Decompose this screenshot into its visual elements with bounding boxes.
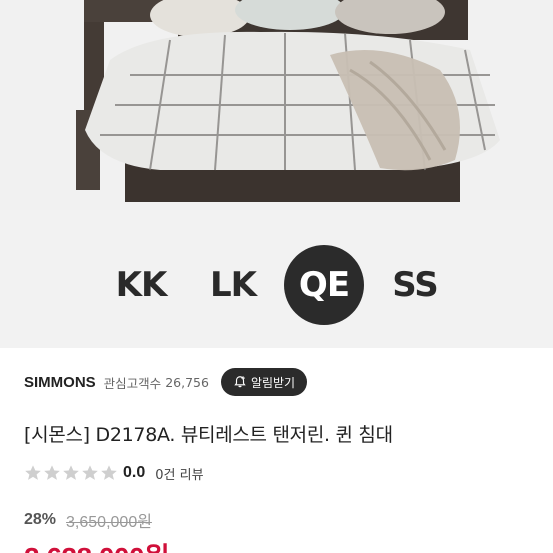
size-option-kk[interactable]: KK (101, 245, 181, 325)
product-image[interactable]: KK LK QE SS (0, 0, 553, 348)
size-options: KK LK QE SS (0, 245, 553, 325)
star-icon (82, 465, 98, 480)
rating-value: 0.0 (123, 464, 146, 481)
follower-count: 26,756 (165, 374, 209, 390)
review-count[interactable]: 0건 리뷰 (155, 464, 203, 483)
follower-label: 관심고객수 (103, 375, 162, 391)
star-icon (63, 465, 79, 480)
product-info: SIMMONS 관심고객수 26,756 알림받기 [시몬스] D2178A. … (0, 348, 553, 553)
brand-name[interactable]: SIMMONS (24, 374, 96, 391)
bed-photo (0, 0, 553, 210)
alert-button[interactable]: 알림받기 (220, 368, 308, 396)
size-option-ss[interactable]: SS (375, 245, 455, 325)
star-icon (101, 465, 117, 480)
size-option-qe[interactable]: QE (284, 245, 364, 325)
alert-button-label: 알림받기 (250, 375, 296, 390)
star-icon (25, 465, 41, 480)
product-title: [시몬스] D2178A. 뷰티레스트 탠저린. 퀸 침대 (24, 424, 393, 446)
discount-rate: 28% (24, 511, 57, 528)
discount-row: 28% 3,650,000원 (24, 510, 152, 531)
bell-plus-icon (234, 376, 246, 388)
star-icon (44, 465, 60, 480)
original-price: 3,650,000원 (66, 514, 152, 531)
sale-row: 2,628,000원 (24, 536, 170, 553)
sale-price: 2,628,000원 (24, 542, 170, 553)
brand-row: SIMMONS 관심고객수 26,756 알림받기 (24, 368, 308, 396)
size-option-lk[interactable]: LK (193, 245, 273, 325)
star-rating (24, 464, 119, 482)
rating-row[interactable]: 0.0 0건 리뷰 (24, 462, 204, 484)
